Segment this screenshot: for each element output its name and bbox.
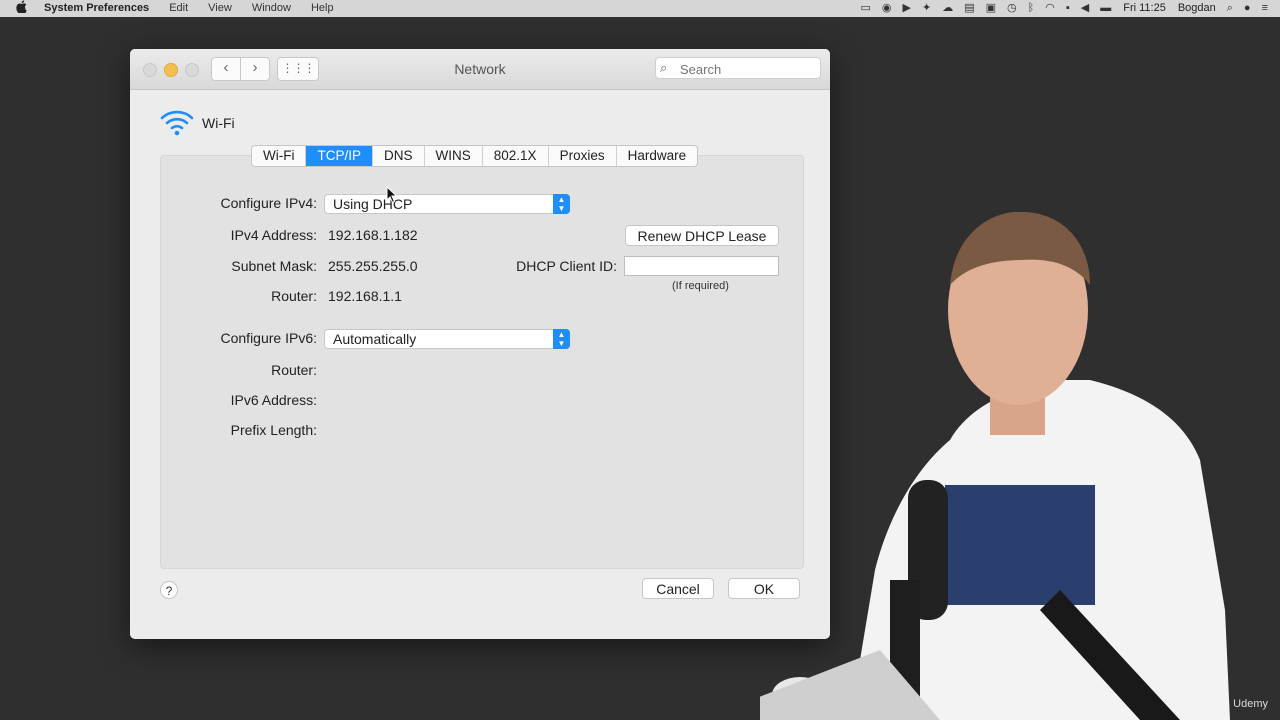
- stepper-arrows-icon: ▲ ▼: [553, 329, 570, 349]
- menu-clock[interactable]: Fri 11:25: [1123, 0, 1166, 17]
- ipv6-address-label: IPv6 Address:: [230, 392, 317, 408]
- renew-dhcp-lease-button[interactable]: Renew DHCP Lease: [625, 225, 779, 246]
- tab-wifi[interactable]: Wi-Fi: [252, 146, 307, 166]
- menu-help[interactable]: Help: [311, 0, 334, 17]
- menu-app-name[interactable]: System Preferences: [44, 0, 149, 17]
- volume-icon[interactable]: ◀: [1081, 0, 1089, 17]
- tab-bar: Wi-Fi TCP/IP DNS WINS 802.1X Proxies Har…: [251, 145, 699, 167]
- prefix-length-label: Prefix Length:: [230, 422, 317, 438]
- apple-menu-icon[interactable]: [16, 0, 28, 17]
- watermark: Udemy: [1233, 698, 1268, 710]
- stepper-arrows-icon: ▲ ▼: [553, 194, 570, 214]
- battery-icon[interactable]: ▬: [1100, 0, 1111, 17]
- router-value: 192.168.1.1: [328, 288, 402, 304]
- bluetooth-icon[interactable]: ᛒ: [1028, 0, 1035, 17]
- siri-icon[interactable]: ●: [1244, 0, 1251, 17]
- dhcp-client-id-field[interactable]: [624, 256, 779, 276]
- mouse-cursor-icon: [386, 186, 398, 204]
- tab-tcpip[interactable]: TCP/IP: [306, 146, 373, 166]
- dropbox-icon[interactable]: ✦: [922, 0, 931, 17]
- search-input[interactable]: [678, 59, 817, 79]
- ipv6-router-label: Router:: [271, 362, 317, 378]
- presenter-video: [760, 211, 1230, 720]
- menu-bar: System Preferences Edit View Window Help…: [0, 0, 1280, 17]
- chat-icon[interactable]: ▤: [964, 0, 974, 17]
- subnet-mask-label: Subnet Mask:: [231, 258, 317, 274]
- screen-icon[interactable]: ▭: [861, 0, 871, 17]
- configure-ipv4-select[interactable]: Using DHCP ▲ ▼: [324, 194, 570, 214]
- cancel-button[interactable]: Cancel: [642, 578, 714, 599]
- tab-8021x[interactable]: 802.1X: [483, 146, 549, 166]
- configure-ipv4-value: Using DHCP: [333, 196, 413, 212]
- tab-wins[interactable]: WINS: [425, 146, 483, 166]
- configure-ipv6-value: Automatically: [333, 331, 417, 347]
- configure-ipv6-select[interactable]: Automatically ▲ ▼: [324, 329, 570, 349]
- spotlight-icon[interactable]: ⌕: [1227, 0, 1233, 17]
- user-badge-icon[interactable]: ▪: [1066, 0, 1070, 17]
- status-menus: ▭ ◉ ▶ ✦ ☁ ▤ ▣ ◷ ᛒ ◠ ▪ ◀ ▬ Fri 11:25 Bogd…: [850, 0, 1269, 17]
- title-bar: ‹ › ⋮⋮⋮ Network ⌕: [130, 49, 830, 90]
- interface-name: Wi-Fi: [202, 115, 235, 131]
- wifi-status-icon[interactable]: ◠: [1045, 0, 1055, 17]
- tab-hardware[interactable]: Hardware: [617, 146, 698, 166]
- interface-header: Wi-Fi: [160, 109, 235, 137]
- menu-edit[interactable]: Edit: [169, 0, 188, 17]
- search-box[interactable]: ⌕: [655, 57, 821, 79]
- menu-window[interactable]: Window: [252, 0, 291, 17]
- subnet-mask-value: 255.255.255.0: [328, 258, 418, 274]
- configure-ipv4-label: Configure IPv4:: [220, 195, 318, 211]
- ipv4-address-value: 192.168.1.182: [328, 227, 418, 243]
- help-button[interactable]: ?: [160, 581, 178, 599]
- configure-ipv6-label: Configure IPv6:: [220, 330, 318, 346]
- search-icon: ⌕: [660, 60, 668, 75]
- notification-center-icon[interactable]: ≡: [1262, 0, 1268, 17]
- menu-view[interactable]: View: [208, 0, 232, 17]
- tab-dns[interactable]: DNS: [373, 146, 425, 166]
- time-machine-icon[interactable]: ◷: [1007, 0, 1017, 17]
- dhcp-client-id-label: DHCP Client ID:: [516, 258, 617, 274]
- dhcp-client-id-note: (If required): [672, 280, 729, 292]
- menu-user[interactable]: Bogdan: [1178, 0, 1216, 17]
- camera-icon[interactable]: ▶: [903, 0, 911, 17]
- airplay-icon[interactable]: ▣: [986, 0, 996, 17]
- router-label: Router:: [271, 288, 317, 304]
- cloud-icon[interactable]: ☁: [942, 0, 953, 17]
- record-icon[interactable]: ◉: [882, 0, 892, 17]
- wifi-icon: [160, 110, 194, 136]
- ipv4-address-label: IPv4 Address:: [230, 227, 317, 243]
- tab-proxies[interactable]: Proxies: [549, 146, 617, 166]
- network-window: ‹ › ⋮⋮⋮ Network ⌕ Wi-Fi Wi-Fi TCP/IP DNS…: [130, 49, 830, 639]
